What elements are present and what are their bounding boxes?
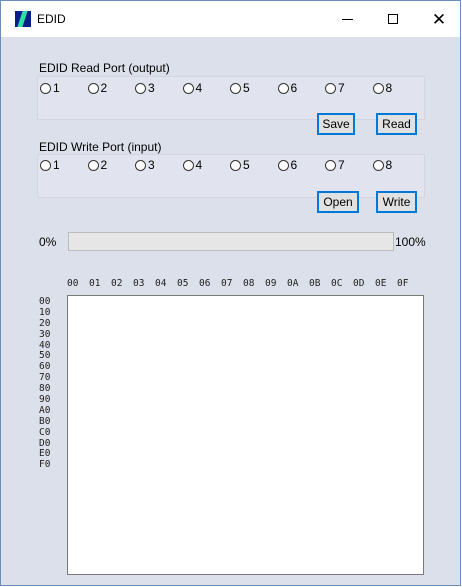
hex-col-header: 03 <box>133 278 145 289</box>
open-button[interactable]: Open <box>317 191 359 213</box>
hex-col-header: 05 <box>177 278 189 289</box>
radio-icon[interactable] <box>325 159 336 171</box>
write-port-radio-7[interactable]: 7 <box>325 158 373 172</box>
radio-icon[interactable] <box>182 159 194 171</box>
title-bar[interactable]: EDID ✕ <box>1 1 460 37</box>
write-port-radio-4[interactable]: 4 <box>182 158 231 172</box>
progress-bar <box>68 232 394 251</box>
hex-col-header: 08 <box>243 278 255 289</box>
radio-icon[interactable] <box>230 82 241 94</box>
read-port-label: EDID Read Port (output) <box>39 61 170 75</box>
progress-max-label: 100% <box>395 235 426 249</box>
radio-icon[interactable] <box>182 82 194 94</box>
app-icon <box>15 11 31 27</box>
maximize-icon <box>388 14 398 24</box>
write-port-radio-6[interactable]: 6 <box>277 158 326 172</box>
radio-icon[interactable] <box>40 82 51 94</box>
write-port-radio-1[interactable]: 1 <box>40 158 88 172</box>
read-port-radio-6[interactable]: 6 <box>277 81 326 95</box>
read-port-radio-5[interactable]: 5 <box>230 81 278 95</box>
hex-col-header: 01 <box>89 278 101 289</box>
read-button[interactable]: Read <box>376 113 417 135</box>
hex-col-header: 09 <box>265 278 277 289</box>
read-port-radio-7[interactable]: 7 <box>325 81 373 95</box>
radio-icon[interactable] <box>135 82 146 94</box>
hex-col-header: 04 <box>155 278 167 289</box>
radio-icon[interactable] <box>87 159 99 171</box>
hex-col-header: 0B <box>309 278 321 289</box>
window-title: EDID <box>37 12 66 26</box>
minimize-button[interactable] <box>324 1 370 37</box>
progress-min-label: 0% <box>39 235 57 249</box>
read-port-radio-4[interactable]: 4 <box>182 81 231 95</box>
write-port-radio-8[interactable]: 8 <box>372 158 421 172</box>
hex-row-header: C0 <box>39 426 51 438</box>
write-port-radio-row: 1 2 3 4 5 6 7 8 <box>40 158 420 172</box>
read-port-radio-2[interactable]: 2 <box>87 81 136 95</box>
edid-window: EDID ✕ EDID Read Port (output) 1 2 3 4 5… <box>0 0 461 586</box>
write-port-radio-5[interactable]: 5 <box>230 158 278 172</box>
hex-col-header: 07 <box>221 278 233 289</box>
hex-column-headers: 00 01 02 03 04 05 06 07 08 09 0A 0B 0C 0… <box>67 278 419 289</box>
radio-icon[interactable] <box>87 82 99 94</box>
hex-col-header: 0C <box>331 278 343 289</box>
edid-hex-data-area[interactable] <box>67 295 424 575</box>
maximize-button[interactable] <box>370 1 416 37</box>
save-button[interactable]: Save <box>317 113 355 135</box>
radio-icon[interactable] <box>135 159 146 171</box>
write-button[interactable]: Write <box>376 191 417 213</box>
hex-col-header: 0D <box>353 278 365 289</box>
write-port-label: EDID Write Port (input) <box>39 140 162 154</box>
minimize-icon <box>341 18 353 20</box>
write-port-radio-3[interactable]: 3 <box>135 158 183 172</box>
hex-row-headers: 00 10 20 30 40 50 60 70 80 90 A0 B0 C0 D… <box>39 296 51 471</box>
hex-row-header: F0 <box>39 459 51 471</box>
radio-icon[interactable] <box>372 159 384 171</box>
read-port-radio-row: 1 2 3 4 5 6 7 8 <box>40 81 420 95</box>
radio-icon[interactable] <box>372 82 384 94</box>
close-button[interactable]: ✕ <box>416 1 462 37</box>
hex-col-header: 02 <box>111 278 123 289</box>
radio-icon[interactable] <box>277 159 289 171</box>
read-port-radio-8[interactable]: 8 <box>372 81 421 95</box>
radio-icon[interactable] <box>230 159 241 171</box>
write-port-radio-2[interactable]: 2 <box>87 158 136 172</box>
hex-row-header: 30 <box>39 328 51 340</box>
hex-col-header: 0E <box>375 278 387 289</box>
hex-col-header: 0F <box>397 278 409 289</box>
read-port-radio-3[interactable]: 3 <box>135 81 183 95</box>
hex-col-header: 00 <box>67 278 79 289</box>
radio-icon[interactable] <box>40 159 51 171</box>
hex-col-header: 06 <box>199 278 211 289</box>
radio-icon[interactable] <box>325 82 336 94</box>
read-port-radio-1[interactable]: 1 <box>40 81 88 95</box>
radio-icon[interactable] <box>277 82 289 94</box>
hex-col-header: 0A <box>287 278 299 289</box>
close-icon: ✕ <box>431 9 447 29</box>
